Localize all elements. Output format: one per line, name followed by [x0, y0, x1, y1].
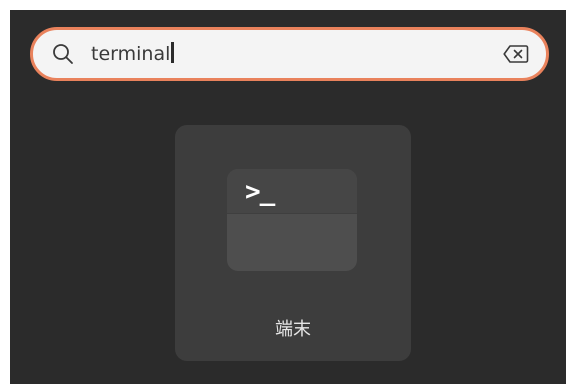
app-result-terminal[interactable]: >_ 端末	[175, 125, 411, 361]
terminal-app-icon: >_	[227, 169, 357, 271]
search-query: terminal	[91, 43, 171, 65]
activities-overview: terminal >_ 端末	[10, 10, 566, 384]
search-icon	[51, 42, 75, 66]
search-input[interactable]: terminal	[91, 39, 175, 69]
search-entry[interactable]: terminal	[30, 27, 549, 81]
text-caret	[171, 42, 175, 63]
terminal-prompt-glyph: >_	[245, 177, 275, 207]
backspace-clear-icon[interactable]	[503, 44, 529, 64]
app-result-label: 端末	[275, 319, 311, 340]
